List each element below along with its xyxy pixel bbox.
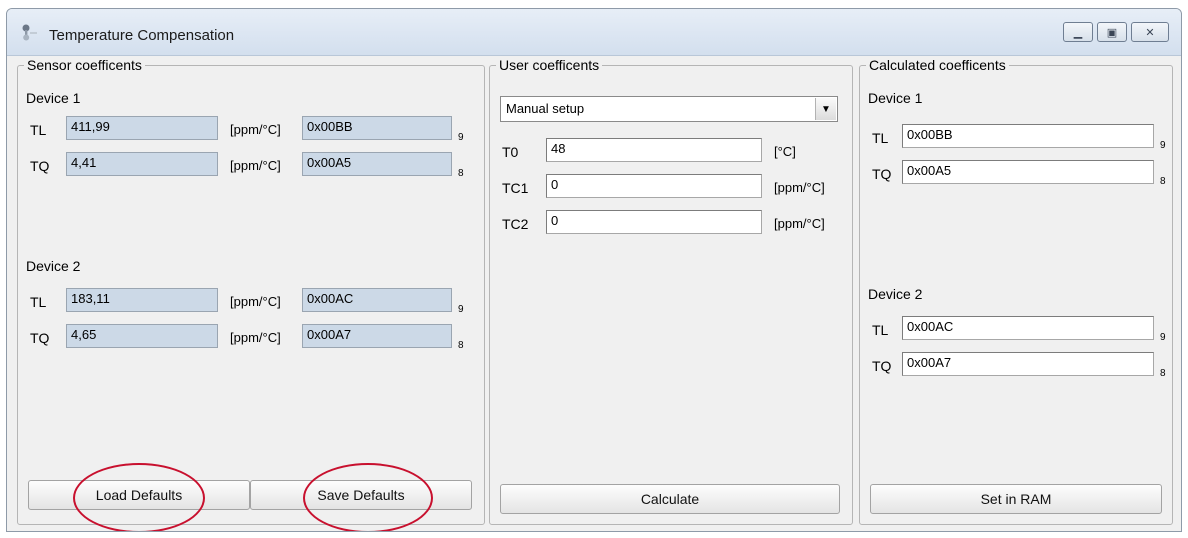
sensor-d1-tl-value[interactable]: 411,99 (66, 116, 218, 140)
calc-d2-tq-input[interactable]: 0x00A7 (902, 352, 1154, 376)
sensor-d1-tq-hex[interactable]: 0x00A5 (302, 152, 452, 176)
sensor-device-2-label: Device 2 (26, 258, 81, 274)
sensor-d2-tq-unit: [ppm/°C] (230, 330, 281, 345)
close-icon: ✕ (1145, 26, 1155, 39)
set-in-ram-button[interactable]: Set in RAM (870, 484, 1162, 514)
user-t0-unit: [°C] (774, 144, 796, 159)
calc-d2-tl-input[interactable]: 0x00AC (902, 316, 1154, 340)
minimize-button[interactable]: ▁ (1063, 22, 1093, 42)
sensor-d1-tl-label: TL (30, 122, 47, 138)
sensor-d2-tq-value[interactable]: 4,65 (66, 324, 218, 348)
calc-d1-tl-label: TL (872, 130, 889, 146)
save-defaults-button[interactable]: Save Defaults (250, 480, 472, 510)
sensor-d1-tq-label: TQ (30, 158, 50, 174)
sensor-d1-tl-bits: 9 (458, 132, 464, 143)
calc-d1-tq-input[interactable]: 0x00A5 (902, 160, 1154, 184)
sensor-d2-tl-unit: [ppm/°C] (230, 294, 281, 309)
calculated-coefficients-group: Calculated coefficents Device 1 TL 0x00B… (859, 57, 1173, 525)
sensor-d1-tq-unit: [ppm/°C] (230, 158, 281, 173)
user-coefficients-group: User coefficents Manual setup ▼ T0 48 [°… (489, 57, 853, 525)
calc-device-1-label: Device 1 (868, 90, 923, 106)
calc-d2-tq-label: TQ (872, 358, 892, 374)
sensor-d1-tq-value[interactable]: 4,41 (66, 152, 218, 176)
thermometer-icon (19, 23, 39, 41)
calc-d1-tl-input[interactable]: 0x00BB (902, 124, 1154, 148)
calc-device-2-label: Device 2 (868, 286, 923, 302)
user-group-legend: User coefficents (496, 57, 603, 73)
maximize-icon: ▣ (1106, 26, 1118, 39)
chevron-down-icon[interactable]: ▼ (815, 98, 836, 120)
calc-d1-tq-label: TQ (872, 166, 892, 182)
user-t0-input[interactable]: 48 (546, 138, 762, 162)
title-bar[interactable]: Temperature Compensation ▁ ▣ ✕ (7, 9, 1181, 56)
setup-mode-select[interactable]: Manual setup ▼ (500, 96, 838, 122)
sensor-d2-tl-hex[interactable]: 0x00AC (302, 288, 452, 312)
sensor-device-1-label: Device 1 (26, 90, 81, 106)
user-tc1-input[interactable]: 0 (546, 174, 762, 198)
maximize-button[interactable]: ▣ (1097, 22, 1127, 42)
calculated-group-legend: Calculated coefficents (866, 57, 1009, 73)
sensor-d2-tl-value[interactable]: 183,11 (66, 288, 218, 312)
sensor-d2-tq-bits: 8 (458, 340, 464, 351)
sensor-d1-tq-bits: 8 (458, 168, 464, 179)
sensor-d2-tl-bits: 9 (458, 304, 464, 315)
calc-d2-tl-bits: 9 (1160, 332, 1166, 343)
load-defaults-button[interactable]: Load Defaults (28, 480, 250, 510)
calc-d2-tq-bits: 8 (1160, 368, 1166, 379)
user-t0-label: T0 (502, 144, 519, 160)
sensor-d2-tq-hex[interactable]: 0x00A7 (302, 324, 452, 348)
user-tc2-unit: [ppm/°C] (774, 216, 825, 231)
sensor-d2-tq-label: TQ (30, 330, 50, 346)
calculate-button[interactable]: Calculate (500, 484, 840, 514)
user-tc2-input[interactable]: 0 (546, 210, 762, 234)
calc-d1-tq-bits: 8 (1160, 176, 1166, 187)
sensor-coefficients-group: Sensor coefficents Device 1 TL 411,99 [p… (17, 57, 485, 525)
setup-mode-value: Manual setup (506, 101, 585, 116)
user-tc1-unit: [ppm/°C] (774, 180, 825, 195)
temperature-compensation-window: Temperature Compensation ▁ ▣ ✕ Sensor co… (6, 8, 1182, 532)
minimize-icon: ▁ (1073, 26, 1083, 39)
sensor-d2-tl-label: TL (30, 294, 47, 310)
sensor-group-legend: Sensor coefficents (24, 57, 145, 73)
close-button[interactable]: ✕ (1131, 22, 1169, 42)
user-tc2-label: TC2 (502, 216, 529, 232)
sensor-d1-tl-unit: [ppm/°C] (230, 122, 281, 137)
calc-d2-tl-label: TL (872, 322, 889, 338)
sensor-d1-tl-hex[interactable]: 0x00BB (302, 116, 452, 140)
window-title: Temperature Compensation (49, 27, 235, 44)
window-controls: ▁ ▣ ✕ (1063, 22, 1169, 42)
user-tc1-label: TC1 (502, 180, 529, 196)
calc-d1-tl-bits: 9 (1160, 140, 1166, 151)
